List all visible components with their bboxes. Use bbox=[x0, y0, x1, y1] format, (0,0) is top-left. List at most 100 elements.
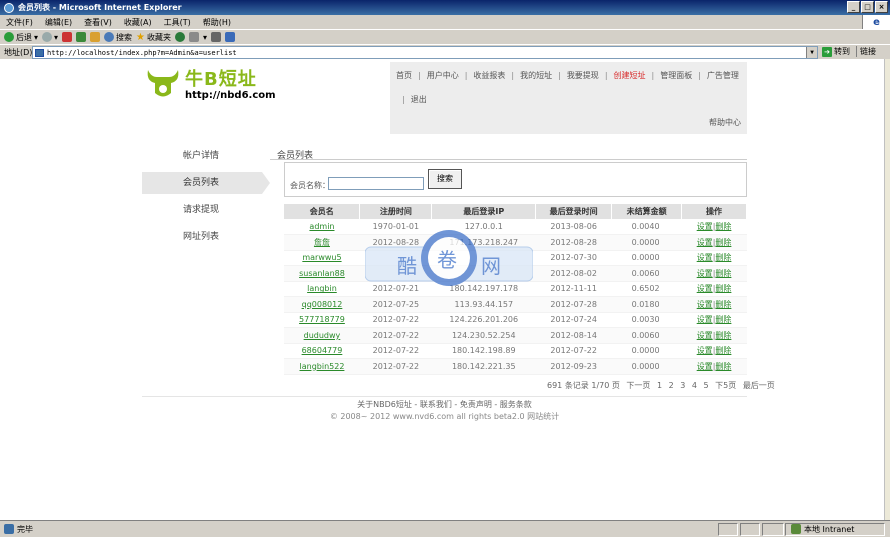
menu-edit[interactable]: 编辑(E) bbox=[45, 17, 72, 28]
edit-icon[interactable] bbox=[225, 32, 236, 42]
site-logo[interactable]: 牛B短址 http://nbd6.com bbox=[145, 65, 276, 107]
pagination-page-4[interactable]: 4 bbox=[692, 381, 697, 390]
table-header-row: 会员名 注册时间 最后登录IP 最后登录时间 未结算金额 操作 bbox=[284, 204, 747, 219]
pagination-next[interactable]: 下一页 bbox=[626, 381, 650, 390]
set-link[interactable]: 设置 bbox=[697, 238, 713, 247]
set-link[interactable]: 设置 bbox=[697, 269, 713, 278]
forward-button[interactable]: ▾ bbox=[42, 32, 58, 42]
unsettled-amount-cell: 0.0000 bbox=[611, 234, 682, 251]
set-link[interactable]: 设置 bbox=[697, 346, 713, 355]
member-name-link[interactable]: 68604779 bbox=[302, 346, 343, 355]
refresh-icon[interactable] bbox=[76, 32, 87, 42]
nav-earnings-report[interactable]: 收益报表 bbox=[473, 70, 505, 81]
pagination-next-5[interactable]: 下5页 bbox=[715, 381, 736, 390]
set-link[interactable]: 设置 bbox=[697, 253, 713, 262]
home-icon[interactable] bbox=[90, 32, 101, 42]
sidebar-item-account[interactable]: 帐户详情 bbox=[142, 145, 262, 167]
pagination-page-5[interactable]: 5 bbox=[704, 381, 709, 390]
logo-text: 牛B短址 bbox=[185, 69, 257, 90]
mail-icon[interactable] bbox=[189, 32, 199, 42]
menu-view[interactable]: 查看(V) bbox=[84, 17, 112, 28]
member-name-cell: marwwu5 bbox=[284, 250, 360, 266]
register-time-cell: 1970-01-01 bbox=[359, 219, 432, 235]
actions-cell: 设置|删除 bbox=[681, 250, 747, 266]
set-link[interactable]: 设置 bbox=[697, 315, 713, 324]
nav-withdraw[interactable]: 我要提现 bbox=[567, 70, 599, 81]
favorites-button[interactable]: ★ 收藏夹 bbox=[136, 32, 171, 43]
delete-link[interactable]: 删除 bbox=[715, 346, 731, 355]
unsettled-amount-cell: 0.0040 bbox=[611, 219, 682, 235]
actions-cell: 设置|删除 bbox=[681, 281, 747, 297]
member-name-link[interactable]: langbin bbox=[307, 284, 337, 293]
set-link[interactable]: 设置 bbox=[697, 362, 713, 371]
member-name-link[interactable]: 577718779 bbox=[299, 315, 345, 324]
status-bar: 完毕 本地 Intranet bbox=[0, 520, 890, 537]
nav-help-center[interactable]: 帮助中心 bbox=[709, 117, 741, 128]
bull-head-icon bbox=[147, 70, 179, 97]
sidebar-item-withdraw-requests[interactable]: 请求提现 bbox=[142, 199, 262, 221]
set-link[interactable]: 设置 bbox=[697, 300, 713, 309]
nav-admin-panel[interactable]: 管理面板 bbox=[660, 70, 692, 81]
menu-favorites[interactable]: 收藏(A) bbox=[124, 17, 152, 28]
nav-create-link[interactable]: 创建短址 bbox=[614, 70, 646, 81]
delete-link[interactable]: 删除 bbox=[715, 315, 731, 324]
delete-link[interactable]: 删除 bbox=[715, 269, 731, 278]
table-row: 68604779 2012-07-22 180.142.198.89 2012-07-… bbox=[284, 343, 747, 359]
delete-link[interactable]: 删除 bbox=[715, 362, 731, 371]
member-name-link[interactable]: marwwu5 bbox=[302, 253, 341, 262]
pagination-page-1[interactable]: 1 bbox=[657, 381, 662, 390]
register-time-cell bbox=[359, 265, 432, 282]
member-name-link[interactable]: dudud​wy bbox=[304, 331, 341, 340]
nav-user-center[interactable]: 用户中心 bbox=[427, 70, 459, 81]
member-name-link[interactable]: 詹詹 bbox=[314, 238, 330, 247]
minimize-button[interactable]: _ bbox=[847, 1, 860, 13]
back-button[interactable]: 后退 ▾ bbox=[4, 32, 38, 43]
delete-link[interactable]: 删除 bbox=[715, 238, 731, 247]
search-submit-button[interactable]: 搜索 bbox=[428, 169, 462, 189]
actions-cell: 设置|删除 bbox=[681, 296, 747, 313]
pagination-page-3[interactable]: 3 bbox=[680, 381, 685, 390]
last-login-time-cell: 2012-07-24 bbox=[535, 312, 612, 328]
pagination-page-2[interactable]: 2 bbox=[669, 381, 674, 390]
set-link[interactable]: 设置 bbox=[697, 331, 713, 340]
footer-links[interactable]: 关于NBD6短址 - 联系我们 - 免责声明 - 服务条款 bbox=[142, 399, 747, 410]
status-text: 完毕 bbox=[17, 524, 33, 534]
member-name-link[interactable]: admin bbox=[309, 222, 334, 231]
member-name-link[interactable]: langbin522 bbox=[300, 362, 345, 371]
address-input[interactable]: http://localhost/index.php?m=Admin&a=use… bbox=[32, 46, 818, 59]
set-link[interactable]: 设置 bbox=[697, 222, 713, 231]
print-icon[interactable] bbox=[211, 32, 222, 42]
vertical-scrollbar[interactable] bbox=[884, 59, 890, 520]
delete-link[interactable]: 删除 bbox=[715, 253, 731, 262]
member-name-link[interactable]: susanlan88 bbox=[299, 269, 345, 278]
delete-link[interactable]: 删除 bbox=[715, 300, 731, 309]
delete-link[interactable]: 删除 bbox=[715, 284, 731, 293]
menu-help[interactable]: 帮助(H) bbox=[203, 17, 231, 28]
delete-link[interactable]: 删除 bbox=[715, 331, 731, 340]
member-name-link[interactable]: qq008012 bbox=[302, 300, 343, 309]
sidebar-item-url-list[interactable]: 网址列表 bbox=[142, 226, 262, 248]
member-name-input[interactable] bbox=[328, 177, 424, 190]
nav-my-links[interactable]: 我的短址 bbox=[520, 70, 552, 81]
intranet-icon bbox=[791, 524, 801, 534]
unsettled-amount-cell: 0.0180 bbox=[611, 296, 682, 313]
last-login-ip-cell: 124.230.52.254 bbox=[431, 327, 536, 344]
media-icon[interactable] bbox=[175, 32, 185, 42]
close-button[interactable]: × bbox=[875, 1, 888, 13]
set-link[interactable]: 设置 bbox=[697, 284, 713, 293]
last-login-time-cell: 2012-11-11 bbox=[535, 281, 612, 297]
pagination-last[interactable]: 最后一页 bbox=[743, 381, 775, 390]
menu-file[interactable]: 文件(F) bbox=[6, 17, 33, 28]
links-button[interactable]: 链接 bbox=[856, 46, 876, 57]
go-button[interactable]: ➔ 转到 bbox=[822, 46, 850, 57]
menu-tools[interactable]: 工具(T) bbox=[164, 17, 191, 28]
delete-link[interactable]: 删除 bbox=[715, 222, 731, 231]
stop-icon[interactable] bbox=[62, 32, 73, 42]
maximize-button[interactable]: □ bbox=[861, 1, 874, 13]
nav-home[interactable]: 首页 bbox=[396, 70, 412, 81]
address-dropdown-icon[interactable]: ▼ bbox=[806, 47, 817, 58]
search-button[interactable]: 搜索 bbox=[104, 32, 132, 43]
nav-ad-manage[interactable]: 广告管理 bbox=[707, 70, 739, 81]
nav-logout[interactable]: 退出 bbox=[411, 95, 427, 104]
sidebar-item-members[interactable]: 会员列表 bbox=[142, 172, 270, 194]
